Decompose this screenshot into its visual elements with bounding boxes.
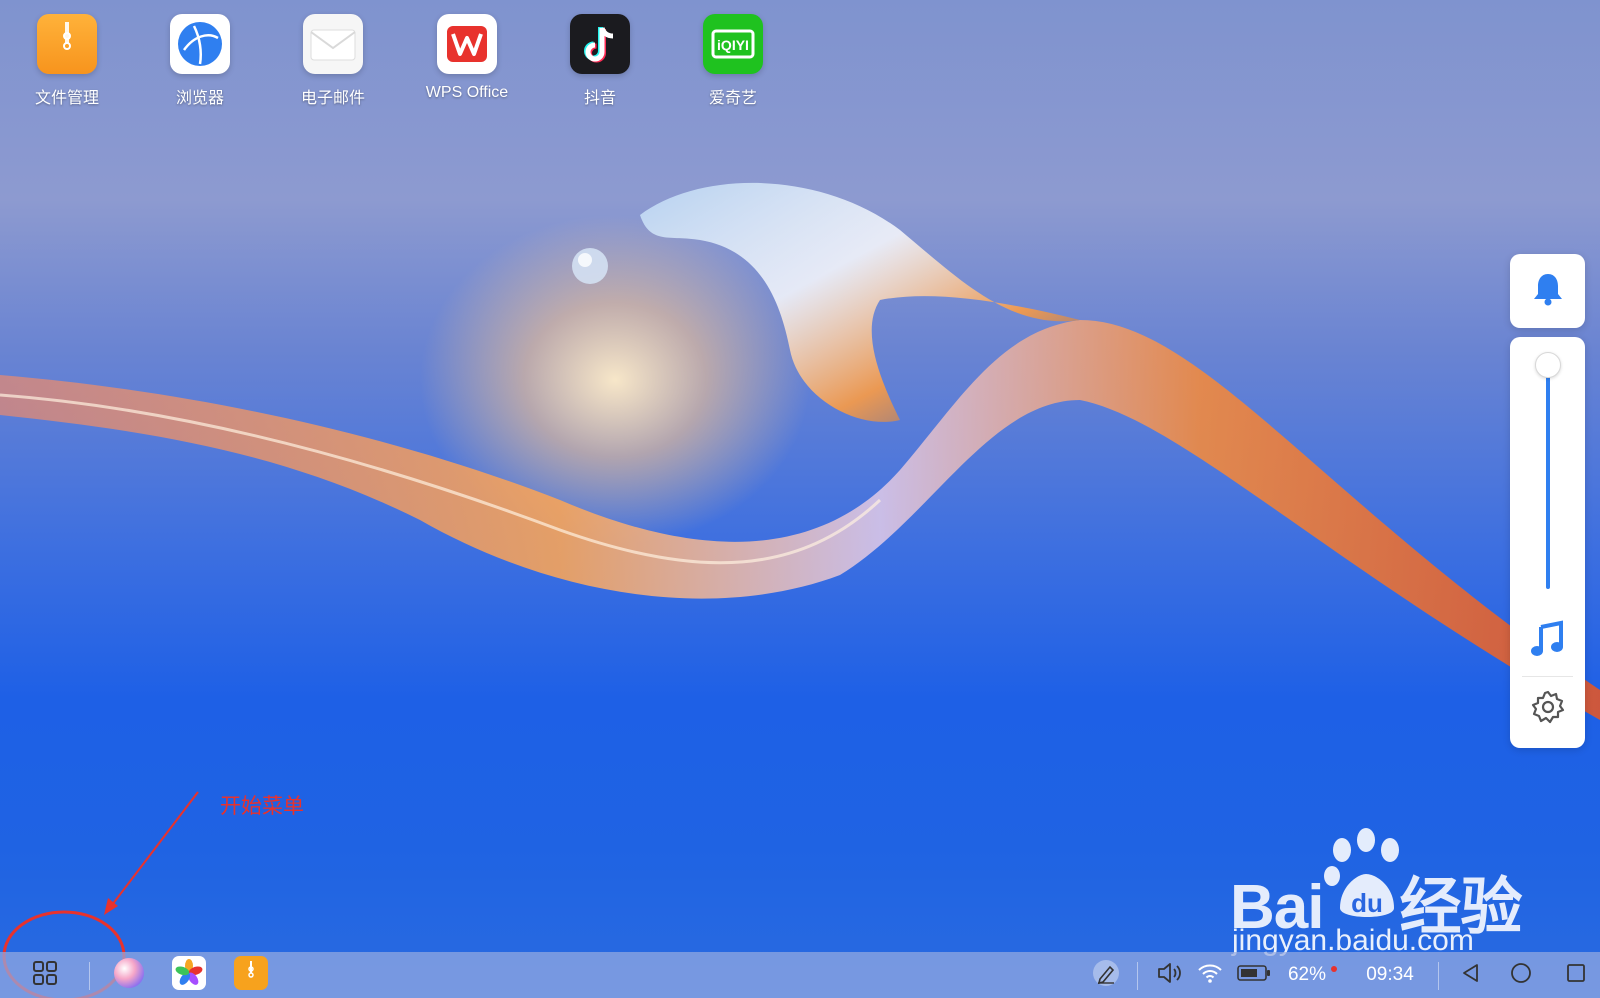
taskbar-divider (1438, 962, 1439, 990)
desktop-icon-wps-office[interactable]: WPS Office (412, 14, 522, 102)
battery-alert-dot (1331, 966, 1337, 972)
volume-slider-track[interactable] (1546, 365, 1550, 589)
gallery-icon (172, 955, 206, 995)
stylus-button[interactable] (1088, 952, 1124, 998)
desktop-icon-label: WPS Office (425, 84, 509, 101)
file-manager-icon (234, 955, 268, 995)
desktop-icon-label: 文件管理 (34, 90, 99, 107)
battery-percent: 62% (1287, 964, 1327, 985)
taskbar-app-gallery[interactable] (168, 952, 210, 998)
desktop-icon-email[interactable]: 电子邮件 (278, 14, 388, 108)
notification-button[interactable] (1510, 254, 1585, 328)
nav-home-button[interactable] (1500, 952, 1542, 998)
desktop-icon-file-manager[interactable]: 文件管理 (12, 14, 122, 108)
stylus-icon (1092, 959, 1120, 992)
nav-back-button[interactable] (1450, 952, 1492, 998)
desktop-icon-douyin[interactable]: 抖音 (545, 14, 655, 108)
speaker-icon (1156, 961, 1184, 990)
taskbar-app-assistant[interactable] (108, 952, 150, 998)
wps-office-icon (437, 14, 497, 74)
iqiyi-logo-text: iQIYI (717, 37, 749, 53)
grid-icon (32, 960, 58, 991)
desktop-icon-label: 爱奇艺 (708, 90, 757, 107)
browser-icon (170, 14, 230, 74)
battery-indicator[interactable] (1234, 952, 1274, 998)
back-icon (1460, 962, 1482, 989)
recents-icon (1565, 962, 1587, 989)
baidu-paw-logo: du (1324, 828, 1399, 918)
desktop-icon-label: 浏览器 (175, 90, 224, 107)
divider (1522, 676, 1573, 677)
volume-button[interactable] (1152, 952, 1188, 998)
home-icon (1510, 962, 1532, 989)
iqiyi-icon: iQIYI (703, 14, 763, 74)
wifi-icon (1197, 962, 1223, 989)
douyin-icon (570, 14, 630, 74)
volume-slider-knob[interactable] (1535, 352, 1561, 378)
file-manager-icon (37, 14, 97, 74)
desktop-icon-iqiyi[interactable]: iQIYI 爱奇艺 (678, 14, 788, 108)
watermark-paw-text: du (1351, 888, 1383, 918)
taskbar-app-file-manager[interactable] (230, 952, 272, 998)
nav-recents-button[interactable] (1555, 952, 1597, 998)
email-icon (303, 14, 363, 74)
clock[interactable]: 09:34 (1352, 952, 1428, 998)
bell-icon (1531, 271, 1565, 312)
wifi-button[interactable] (1192, 952, 1228, 998)
taskbar-divider (1137, 962, 1138, 990)
gear-icon[interactable] (1530, 689, 1566, 730)
music-note-icon[interactable] (1529, 619, 1567, 664)
volume-panel (1510, 337, 1585, 748)
taskbar-divider (89, 962, 90, 990)
desktop-icon-browser[interactable]: 浏览器 (145, 14, 255, 108)
annotation-label: 开始菜单 (220, 795, 304, 818)
assistant-ball-icon (113, 957, 145, 994)
taskbar: 62% 09:34 (0, 952, 1600, 998)
desktop-icon-label: 抖音 (583, 90, 616, 107)
desktop-icon-label: 电子邮件 (300, 90, 365, 107)
battery-icon (1237, 964, 1271, 987)
start-menu-button[interactable] (22, 952, 68, 998)
